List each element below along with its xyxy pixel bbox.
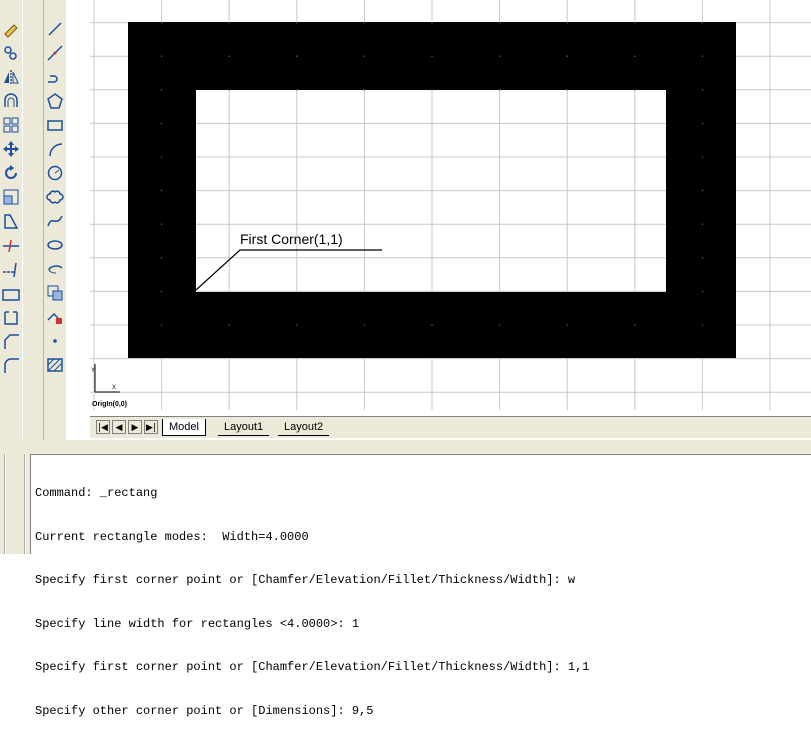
erase-icon[interactable] — [2, 20, 20, 38]
ucs-icon: Y X — [91, 364, 120, 393]
drawing-svg: First Corner(1,1) Y X OrigIn(0,0) — [90, 0, 811, 410]
svg-text:X: X — [112, 385, 116, 391]
prev-tab-button[interactable]: ◀ — [112, 420, 126, 434]
trim-icon[interactable] — [2, 236, 20, 254]
ucs-origin-label: OrigIn(0,0) — [92, 401, 127, 408]
construction-line-icon[interactable] — [46, 44, 64, 62]
next-tab-button[interactable]: ▶ — [128, 420, 142, 434]
revision-cloud-icon[interactable] — [46, 188, 64, 206]
join-icon[interactable] — [2, 308, 20, 326]
command-line-3: Specify first corner point or [Chamfer/E… — [35, 573, 576, 587]
line-icon[interactable] — [46, 20, 64, 38]
circle-icon[interactable] — [46, 164, 64, 182]
command-line-4: Specify line width for rectangles <4.000… — [35, 616, 360, 631]
tab-model[interactable]: Model — [162, 419, 206, 436]
array-icon[interactable] — [2, 116, 20, 134]
toolbar-separator — [22, 0, 44, 440]
offset-icon[interactable] — [2, 92, 20, 110]
layout-tab-strip: |◀ ◀ ▶ ▶| Model Layout1 Layout2 — [90, 416, 811, 438]
command-history[interactable]: Command: _rectang Current rectangle mode… — [30, 454, 811, 718]
tab-layout2[interactable]: Layout2 — [278, 419, 330, 436]
rectangle-icon[interactable] — [46, 116, 64, 134]
break-icon[interactable] — [2, 284, 20, 302]
command-line-window: Command: _rectang Current rectangle mode… — [0, 440, 811, 718]
polygon-icon[interactable] — [46, 92, 64, 110]
first-corner-label: First Corner(1,1) — [240, 231, 343, 247]
copy-icon[interactable] — [2, 44, 20, 62]
make-block-icon[interactable] — [46, 308, 64, 326]
tab-layout1[interactable]: Layout1 — [218, 419, 270, 436]
command-line-1: Command: _rectang — [35, 486, 158, 500]
last-tab-button[interactable]: ▶| — [144, 420, 158, 434]
ellipse-arc-icon[interactable] — [46, 260, 64, 278]
spline-icon[interactable] — [46, 212, 64, 230]
modify-toolbar — [0, 0, 22, 440]
insert-block-icon[interactable] — [46, 284, 64, 302]
hatch-icon[interactable] — [46, 356, 64, 374]
command-line-grip[interactable] — [4, 454, 26, 554]
svg-text:Y: Y — [91, 368, 95, 374]
ellipse-icon[interactable] — [46, 236, 64, 254]
command-line-5: Specify first corner point or [Chamfer/E… — [35, 660, 590, 674]
command-line-2: Current rectangle modes: Width=4.0000 — [35, 529, 309, 544]
polyline-icon[interactable] — [46, 68, 64, 86]
arc-icon[interactable] — [46, 140, 64, 158]
stretch-icon[interactable] — [2, 212, 20, 230]
extend-icon[interactable] — [2, 260, 20, 278]
scale-icon[interactable] — [2, 188, 20, 206]
drawing-canvas[interactable]: First Corner(1,1) Y X OrigIn(0,0) — [90, 0, 811, 416]
fillet-icon[interactable] — [2, 356, 20, 374]
move-icon[interactable] — [2, 140, 20, 158]
first-tab-button[interactable]: |◀ — [96, 420, 110, 434]
chamfer-icon[interactable] — [2, 332, 20, 350]
point-icon[interactable] — [46, 332, 64, 350]
mirror-icon[interactable] — [2, 68, 20, 86]
command-line-6: Specify other corner point or [Dimension… — [35, 703, 374, 718]
rotate-icon[interactable] — [2, 164, 20, 182]
draw-toolbar — [44, 0, 66, 440]
